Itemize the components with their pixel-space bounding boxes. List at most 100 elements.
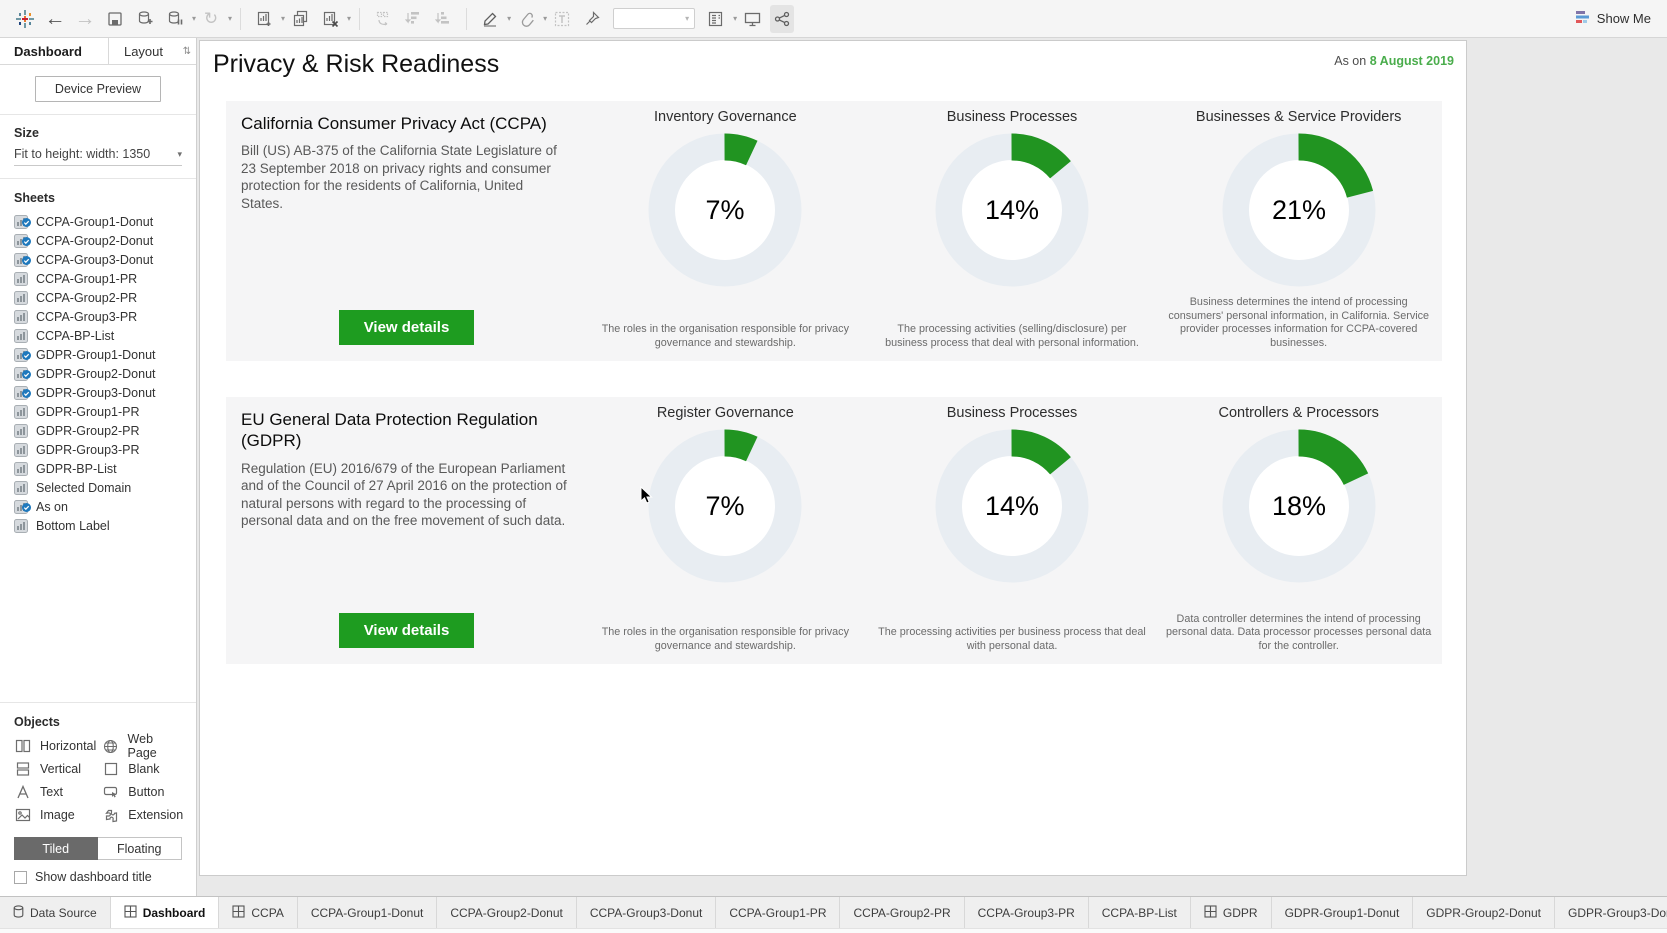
tiled-button[interactable]: Tiled: [14, 837, 98, 860]
show-hide-cards-caret[interactable]: ▾: [733, 14, 737, 23]
sheet-tab-ccpa-group1-donut[interactable]: CCPA-Group1-Donut: [298, 897, 438, 928]
tab-label: CCPA-Group3-PR: [978, 906, 1075, 920]
sheet-tab-ccpa-bp-list[interactable]: CCPA-BP-List: [1089, 897, 1191, 928]
show-me-button[interactable]: Show Me: [1575, 10, 1657, 27]
sheet-item[interactable]: CCPA-Group2-Donut: [14, 231, 196, 250]
floating-button[interactable]: Floating: [98, 837, 183, 860]
worksheet-icon: [14, 386, 28, 400]
run-auto-updates-button[interactable]: ↻: [199, 5, 223, 33]
object-item-text[interactable]: Text: [14, 784, 96, 800]
donut-percent-label: 14%: [985, 195, 1039, 225]
donut-caption: The processing activities per business p…: [875, 626, 1150, 654]
group-members-caret[interactable]: ▾: [543, 14, 547, 23]
donut-chart[interactable]: 7%: [646, 131, 804, 289]
sheet-tab-gdpr-group3-donut[interactable]: GDPR-Group3-Donut: [1555, 897, 1667, 928]
sheet-tab-ccpa-group3-pr[interactable]: CCPA-Group3-PR: [965, 897, 1089, 928]
worksheet-icon: [14, 500, 28, 514]
device-preview-button[interactable]: Device Preview: [35, 76, 161, 102]
tab-label: GDPR-Group2-Donut: [1426, 906, 1541, 920]
sort-descending-button[interactable]: [431, 5, 455, 33]
donut-caption: The roles in the organisation responsibl…: [588, 626, 863, 654]
save-button[interactable]: [103, 5, 127, 33]
new-worksheet-button[interactable]: [252, 5, 276, 33]
clear-sheet-button[interactable]: [318, 5, 342, 33]
sheet-item[interactable]: CCPA-BP-List: [14, 326, 196, 345]
donut-chart[interactable]: 14%: [933, 427, 1091, 585]
sheet-tab-ccpa-group1-pr[interactable]: CCPA-Group1-PR: [716, 897, 840, 928]
sheet-item[interactable]: As on: [14, 497, 196, 516]
new-data-source-button[interactable]: [133, 5, 157, 33]
canvas-area: Privacy & Risk Readiness As on 8 August …: [198, 38, 1667, 896]
undo-button[interactable]: ←: [43, 5, 67, 33]
share-button[interactable]: [770, 5, 794, 33]
highlight-caret[interactable]: ▾: [507, 14, 511, 23]
redo-button[interactable]: →: [73, 5, 97, 33]
sheet-item[interactable]: CCPA-Group1-Donut: [14, 212, 196, 231]
pause-auto-updates-caret[interactable]: ▾: [192, 14, 196, 23]
sheet-item[interactable]: Bottom Label: [14, 516, 196, 535]
sheet-item[interactable]: GDPR-Group3-Donut: [14, 383, 196, 402]
donut-percent-label: 14%: [985, 491, 1039, 521]
presentation-mode-button[interactable]: [740, 5, 764, 33]
swap-rows-columns-button[interactable]: [371, 5, 395, 33]
sheet-tab-dashboard[interactable]: Dashboard: [111, 897, 220, 928]
fix-axes-button[interactable]: [580, 5, 604, 33]
object-item-image[interactable]: Image: [14, 807, 96, 823]
sheet-item[interactable]: CCPA-Group1-PR: [14, 269, 196, 288]
sheet-item[interactable]: GDPR-Group2-Donut: [14, 364, 196, 383]
sheet-tab-ccpa-group3-donut[interactable]: CCPA-Group3-Donut: [577, 897, 717, 928]
show-dashboard-title-checkbox[interactable]: [14, 871, 27, 884]
size-dropdown[interactable]: Fit to height: width: 1350 ▾: [14, 147, 182, 166]
sheet-tab-gdpr[interactable]: GDPR: [1191, 897, 1272, 928]
sheet-tab-ccpa-group2-donut[interactable]: CCPA-Group2-Donut: [437, 897, 577, 928]
tab-label: CCPA-Group1-Donut: [311, 906, 424, 920]
sheet-item[interactable]: CCPA-Group2-PR: [14, 288, 196, 307]
sheet-item[interactable]: GDPR-Group2-PR: [14, 421, 196, 440]
sheet-item[interactable]: GDPR-Group3-PR: [14, 440, 196, 459]
object-item-vertical[interactable]: Vertical: [14, 761, 96, 777]
fit-selector-dropdown[interactable]: ▾: [613, 8, 695, 29]
run-auto-updates-caret[interactable]: ▾: [228, 14, 232, 23]
object-item-blank[interactable]: Blank: [102, 761, 183, 777]
sheet-item[interactable]: Selected Domain: [14, 478, 196, 497]
highlight-button[interactable]: [478, 5, 502, 33]
donut-chart[interactable]: 14%: [933, 131, 1091, 289]
clear-sheet-caret[interactable]: ▾: [347, 14, 351, 23]
sort-ascending-button[interactable]: [401, 5, 425, 33]
sheet-item[interactable]: CCPA-Group3-PR: [14, 307, 196, 326]
sheet-item[interactable]: GDPR-Group1-PR: [14, 402, 196, 421]
view-details-button[interactable]: View details: [339, 310, 475, 345]
donut-title: Inventory Governance: [654, 109, 797, 125]
sheet-item[interactable]: GDPR-Group1-Donut: [14, 345, 196, 364]
donut-panel: Business Processes14%The processing acti…: [869, 397, 1156, 664]
object-item-button[interactable]: Button: [102, 784, 183, 800]
object-item-horizontal[interactable]: Horizontal: [14, 738, 96, 754]
pane-collapse-icon[interactable]: ⇅: [178, 38, 196, 64]
donut-title: Business Processes: [947, 109, 1078, 125]
sheet-item[interactable]: CCPA-Group3-Donut: [14, 250, 196, 269]
tab-layout[interactable]: Layout: [108, 38, 178, 64]
show-hide-cards-button[interactable]: [704, 5, 728, 33]
duplicate-sheet-button[interactable]: [288, 5, 312, 33]
donut-panel: Register Governance7%The roles in the or…: [582, 397, 869, 664]
sheet-tab-data-source[interactable]: Data Source: [0, 897, 111, 928]
sheet-tab-gdpr-group1-donut[interactable]: GDPR-Group1-Donut: [1272, 897, 1414, 928]
sheet-tab-ccpa[interactable]: CCPA: [219, 897, 297, 928]
tab-dashboard[interactable]: Dashboard: [0, 38, 108, 64]
pause-auto-updates-button[interactable]: [163, 5, 187, 33]
sheet-tab-ccpa-group2-pr[interactable]: CCPA-Group2-PR: [840, 897, 964, 928]
object-item-extension[interactable]: Extension: [102, 807, 183, 823]
worksheet-icon: [14, 481, 28, 495]
view-details-button[interactable]: View details: [339, 613, 475, 648]
object-item-webpage[interactable]: Web Page: [102, 738, 183, 754]
new-worksheet-caret[interactable]: ▾: [281, 14, 285, 23]
show-mark-labels-button[interactable]: [550, 5, 574, 33]
donut-chart[interactable]: 18%: [1220, 427, 1378, 585]
donut-chart[interactable]: 21%: [1220, 131, 1378, 289]
sheet-tab-gdpr-group2-donut[interactable]: GDPR-Group2-Donut: [1413, 897, 1555, 928]
sheet-name: GDPR-BP-List: [36, 462, 117, 476]
image-icon: [14, 808, 31, 822]
donut-chart[interactable]: 7%: [646, 427, 804, 585]
group-members-button[interactable]: [514, 5, 538, 33]
sheet-item[interactable]: GDPR-BP-List: [14, 459, 196, 478]
